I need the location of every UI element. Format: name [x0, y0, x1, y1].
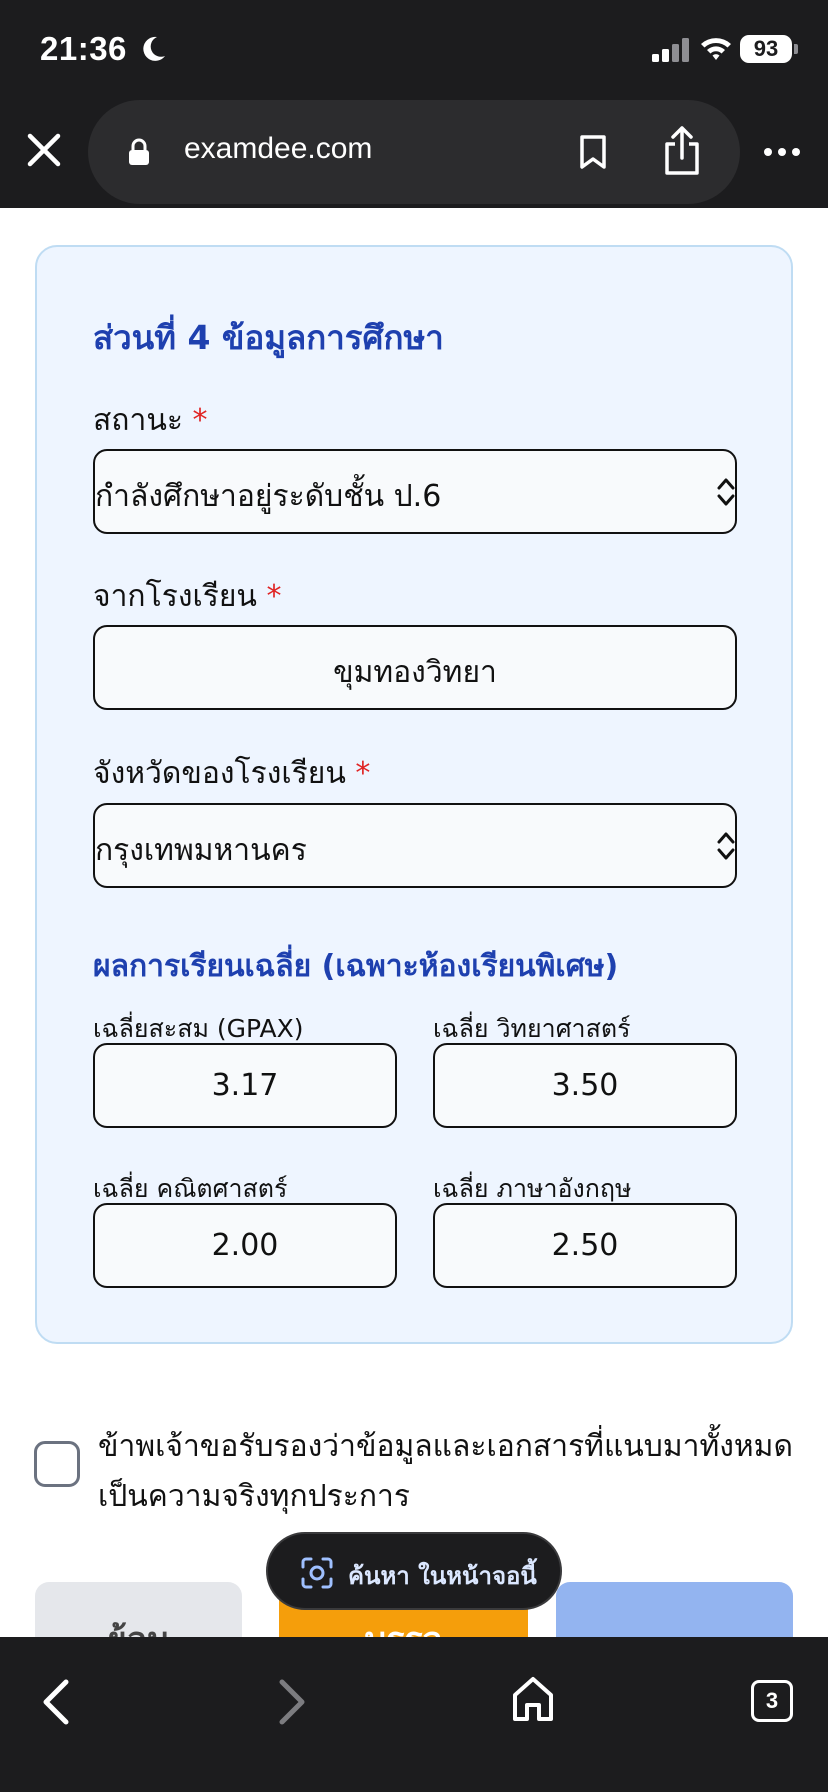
school-input[interactable]: ขุมทองวิทยา [93, 625, 737, 710]
math-avg-input[interactable]: 2.00 [93, 1203, 397, 1288]
back-button[interactable]: ย้อน [35, 1582, 242, 1642]
gpax-input[interactable]: 3.17 [93, 1043, 397, 1128]
tabs-count-icon[interactable]: 3 [751, 1680, 793, 1722]
status-label-text: สถานะ [93, 403, 183, 438]
status-select-value: กำลังศึกษาอยู่ระดับชั้น ป.6 [95, 479, 442, 514]
bookmark-icon[interactable] [578, 134, 608, 170]
province-select[interactable]: กรุงเทพมหานคร [93, 803, 737, 888]
science-avg-input[interactable]: 3.50 [433, 1043, 737, 1128]
school-label-text: จากโรงเรียน [93, 579, 257, 614]
moon-icon [143, 36, 165, 61]
forward-arrow-icon[interactable] [274, 1677, 310, 1727]
lock-icon [129, 138, 149, 165]
grades-heading: ผลการเรียนเฉลี่ย (เฉพาะห้องเรียนพิเศษ) [93, 949, 619, 984]
share-icon[interactable] [662, 124, 702, 176]
home-icon[interactable] [511, 1675, 555, 1723]
status-time: 21:36 [40, 30, 127, 67]
visual-search-icon [301, 1557, 333, 1589]
close-icon[interactable] [26, 132, 62, 168]
back-arrow-icon[interactable] [38, 1677, 74, 1727]
more-options-icon[interactable] [762, 140, 802, 164]
province-label: จังหวัดของโรงเรียน * [93, 750, 370, 797]
browser-toolbar: examdee.com [0, 100, 828, 208]
certify-checkbox[interactable] [34, 1441, 80, 1487]
status-select[interactable]: กำลังศึกษาอยู่ระดับชั้น ป.6 [93, 449, 737, 534]
chevron-up-down-icon [717, 832, 735, 860]
cellular-signal-icon [652, 38, 689, 62]
required-asterisk: * [355, 756, 371, 791]
required-asterisk: * [192, 403, 208, 438]
find-on-page-label: ค้นหา ในหน้าจอนี้ [348, 1562, 537, 1590]
school-input-value: ขุมทองวิทยา [333, 655, 497, 690]
url-text: examdee.com [184, 132, 373, 165]
province-label-text: จังหวัดของโรงเรียน [93, 756, 346, 791]
find-on-page-pill[interactable]: ค้นหา ในหน้าจอนี้ [266, 1532, 562, 1610]
province-select-value: กรุงเทพมหานคร [95, 833, 307, 868]
section-title: ส่วนที่ 4 ข้อมูลการศึกษา [93, 318, 444, 357]
education-section-card: ส่วนที่ 4 ข้อมูลการศึกษา สถานะ * กำลังศึ… [35, 245, 793, 1344]
school-label: จากโรงเรียน * [93, 573, 281, 620]
required-asterisk: * [266, 579, 282, 614]
status-bar: 21:36 93 [0, 0, 828, 100]
browser-bottom-bar: 3 [0, 1637, 828, 1792]
address-bar[interactable]: examdee.com [88, 100, 740, 204]
certify-text: ข้าพเจ้าขอรับรองว่าข้อมูลและเอกสารที่แนบ… [98, 1429, 793, 1514]
wifi-icon [701, 38, 731, 60]
battery-indicator: 93 [740, 35, 798, 63]
submit-button[interactable] [556, 1582, 793, 1642]
chevron-up-down-icon [717, 478, 735, 506]
status-label: สถานะ * [93, 397, 208, 444]
english-avg-input[interactable]: 2.50 [433, 1203, 737, 1288]
